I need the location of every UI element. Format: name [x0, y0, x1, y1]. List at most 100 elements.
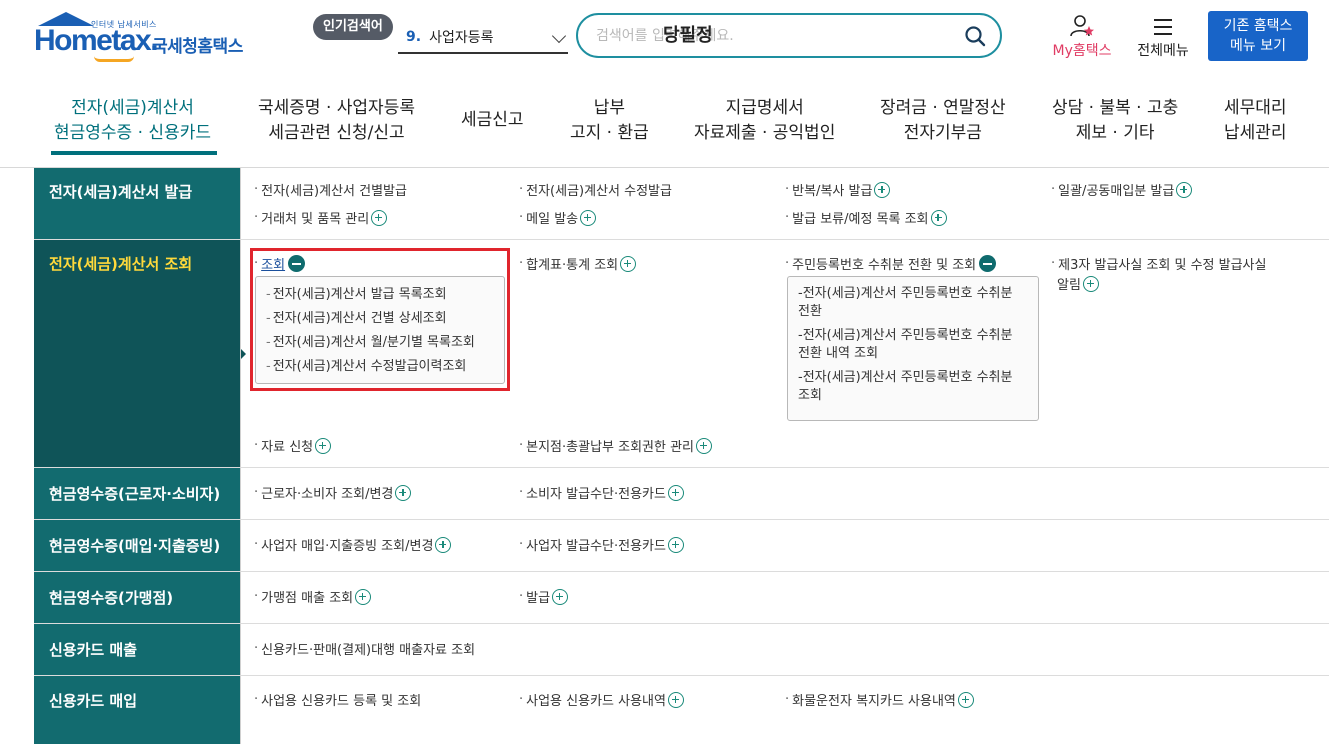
menu-item[interactable]: · 사업용 신용카드 등록 및 조회	[254, 690, 421, 709]
nav-tab-incentive[interactable]: 장려금 · 연말정산 전자기부금	[880, 96, 1006, 146]
menu-item-label: 주민등록번호 수취분 전환 및 조회	[792, 258, 977, 273]
row-heading: 현금영수증(매입·지출증빙)	[34, 520, 240, 571]
submenu-item[interactable]: -전자(세금)계산서 주민등록번호 수취분 조회	[798, 369, 1028, 405]
menu-item[interactable]: · 자료 신청	[254, 436, 332, 455]
menu-row-card-purchase: 신용카드 매입 · 사업용 신용카드 등록 및 조회 · 사업용 신용카드 사용내역…	[34, 676, 1329, 744]
menu-item-rrn[interactable]: · 주민등록번호 수취분 전환 및 조회	[785, 254, 997, 273]
menu-row-cash-merchant: 현금영수증(가맹점) · 가맹점 매출 조회 · 발급	[34, 572, 1329, 624]
submenu-item[interactable]: -전자(세금)계산서 주민등록번호 수취분 전환 내역 조회	[798, 327, 1028, 363]
plus-icon[interactable]	[371, 209, 388, 226]
menu-item[interactable]: · 제3자 발급사실 조회 및 수정 발급사실	[1051, 254, 1266, 273]
menu-item[interactable]: · 소비자 발급수단·전용카드	[519, 483, 684, 502]
nav-tab-line1: 납부	[593, 98, 626, 118]
nav-tab-payment[interactable]: 납부 고지 · 환급	[570, 96, 649, 146]
row-heading: 현금영수증(가맹점)	[34, 572, 240, 623]
menu-item[interactable]: · 메일 발송	[519, 208, 597, 227]
plus-icon[interactable]	[395, 484, 412, 501]
minus-icon[interactable]	[979, 255, 997, 272]
menu-item[interactable]: · 거래처 및 품목 관리	[254, 208, 388, 227]
menu-item[interactable]: · 사업용 신용카드 사용내역	[519, 690, 684, 709]
row-body: · 사업용 신용카드 등록 및 조회 · 사업용 신용카드 사용내역 · 화물운전자 …	[240, 676, 1329, 744]
plus-icon[interactable]	[1176, 181, 1193, 198]
menu-item[interactable]: · 합계표·통계 조회	[519, 254, 637, 273]
popular-keyword: 사업자등록	[429, 30, 494, 46]
nav-tab-line1: 전자(세금)계산서	[71, 98, 194, 118]
menu-item[interactable]: · 발급	[519, 587, 569, 606]
plus-icon[interactable]	[667, 691, 684, 708]
my-hometax-label: My홈택스	[1052, 43, 1112, 59]
menu-item[interactable]: · 근로자·소비자 조회/변경	[254, 483, 412, 502]
plus-icon[interactable]	[874, 181, 891, 198]
plus-icon[interactable]	[580, 209, 597, 226]
legacy-menu-button[interactable]: 기존 홈택스 메뉴 보기	[1208, 11, 1308, 61]
nav-tab-statements[interactable]: 지급명세서 자료제출 · 공익법인	[694, 96, 835, 146]
menu-item-label: 소비자 발급수단·전용카드	[526, 487, 666, 502]
row-heading: 신용카드 매출	[34, 624, 240, 675]
search-overlay-text: 당필정	[663, 25, 713, 46]
menu-item[interactable]: · 전자(세금)계산서 수정발급	[519, 180, 672, 199]
nav-tab-line1: 세무대리	[1224, 98, 1287, 118]
menu-item[interactable]: · 발급 보류/예정 목록 조회	[785, 208, 947, 227]
menu-item-label: 본지점·총괄납부 조회권한 관리	[526, 440, 695, 455]
menu-item[interactable]: · 일괄/공동매입분 발급	[1051, 180, 1193, 199]
plus-icon[interactable]	[315, 437, 332, 454]
menu-item-label: 가맹점 매출 조회	[261, 591, 354, 606]
plus-icon[interactable]	[355, 588, 372, 605]
plus-icon[interactable]	[696, 437, 713, 454]
hometax-logo[interactable]: 인터넷 납세서비스 Hometax. 국세청홈택스	[34, 10, 254, 70]
nav-tab-line2: 제보 · 기타	[1075, 123, 1155, 143]
my-hometax-button[interactable]: My홈택스	[1046, 14, 1118, 64]
menu-item[interactable]: · 화물운전자 복지카드 사용내역	[785, 690, 974, 709]
menu-item[interactable]: · 사업자 매입·지출증빙 조회/변경	[254, 535, 452, 554]
menu-item[interactable]: · 사업자 발급수단·전용카드	[519, 535, 684, 554]
all-menu-button[interactable]: 전체메뉴	[1130, 14, 1196, 64]
menu-item[interactable]: · 가맹점 매출 조회	[254, 587, 372, 606]
menu-item-label: 사업자 발급수단·전용카드	[526, 539, 666, 554]
plus-icon[interactable]	[667, 536, 684, 553]
row-body: · 사업자 매입·지출증빙 조회/변경 · 사업자 발급수단·전용카드	[240, 520, 1329, 571]
menu-item[interactable]: 알림	[1057, 274, 1099, 293]
submenu-table: 전자(세금)계산서 발급 · 전자(세금)계산서 건별발급 · 전자(세금)계산서 …	[34, 168, 1329, 744]
submenu-item[interactable]: -전자(세금)계산서 주민등록번호 수취분 전환	[798, 285, 1028, 321]
plus-icon[interactable]	[957, 691, 974, 708]
menu-item-label: 사업용 신용카드 등록 및 조회	[261, 694, 422, 709]
plus-icon[interactable]	[930, 209, 947, 226]
row-body: · 전자(세금)계산서 건별발급 · 전자(세금)계산서 수정발급 · 반복/복사 발…	[240, 168, 1329, 239]
popular-search-badge: 인기검색어	[313, 14, 393, 40]
popular-search-select[interactable]: 9. 사업자등록	[398, 22, 568, 54]
menu-item-label: 반복/복사 발급	[792, 184, 873, 199]
plus-icon[interactable]	[552, 588, 569, 605]
plus-icon[interactable]	[1082, 275, 1099, 292]
menu-item-label: 사업자 매입·지출증빙 조회/변경	[261, 539, 434, 554]
plus-icon[interactable]	[435, 536, 452, 553]
nav-tab-consult[interactable]: 상담 · 불복 · 고충 제보 · 기타	[1052, 96, 1178, 146]
search-input[interactable]	[596, 25, 936, 47]
submenu-item-label: 전자(세금)계산서 주민등록번호 수취분 전환 내역 조회	[798, 328, 1013, 361]
menu-item-label: 발급 보류/예정 목록 조회	[792, 212, 929, 227]
nav-tab-einvoice[interactable]: 전자(세금)계산서 현금영수증 · 신용카드	[54, 96, 211, 146]
menu-item[interactable]: · 신용카드·판매(결제)대행 매출자료 조회	[254, 639, 475, 658]
menu-item-label: 전자(세금)계산서 건별발급	[261, 184, 407, 199]
nav-tab-certificate[interactable]: 국세증명 · 사업자등록 세금관련 신청/신고	[258, 96, 415, 146]
search-icon[interactable]	[964, 25, 986, 47]
menu-item-label: 근로자·소비자 조회/변경	[261, 487, 394, 502]
menu-item[interactable]: · 반복/복사 발급	[785, 180, 891, 199]
logo-wordmark: Hometax.	[34, 24, 159, 57]
nav-tab-line1: 상담 · 불복 · 고충	[1052, 98, 1179, 118]
nav-tab-tax-return[interactable]: 세금신고	[461, 108, 524, 133]
nav-tab-line1: 국세증명 · 사업자등록	[258, 98, 415, 118]
menu-item[interactable]: · 본지점·총괄납부 조회권한 관리	[519, 436, 713, 455]
plus-icon[interactable]	[667, 484, 684, 501]
logo-korean-name: 국세청홈택스	[152, 37, 243, 57]
row-heading-active: 전자(세금)계산서 조회	[34, 240, 240, 467]
chevron-down-icon	[551, 28, 567, 44]
active-tab-underline	[51, 151, 217, 155]
menu-item-label: 합계표·통계 조회	[526, 258, 619, 273]
nav-tab-agent[interactable]: 세무대리 납세관리	[1224, 96, 1287, 146]
submenu-item-label: 전자(세금)계산서 주민등록번호 수취분 조회	[798, 370, 1013, 403]
menu-row-einvoice-lookup: 전자(세금)계산서 조회 · 조회 - 전자(세금)계산서 발급 목록조회 - 전자(…	[34, 240, 1329, 468]
nav-tab-line2: 세금관련 신청/신고	[268, 123, 405, 143]
menu-item-label: 전자(세금)계산서 수정발급	[526, 184, 672, 199]
plus-icon[interactable]	[620, 255, 637, 272]
menu-item[interactable]: · 전자(세금)계산서 건별발급	[254, 180, 407, 199]
